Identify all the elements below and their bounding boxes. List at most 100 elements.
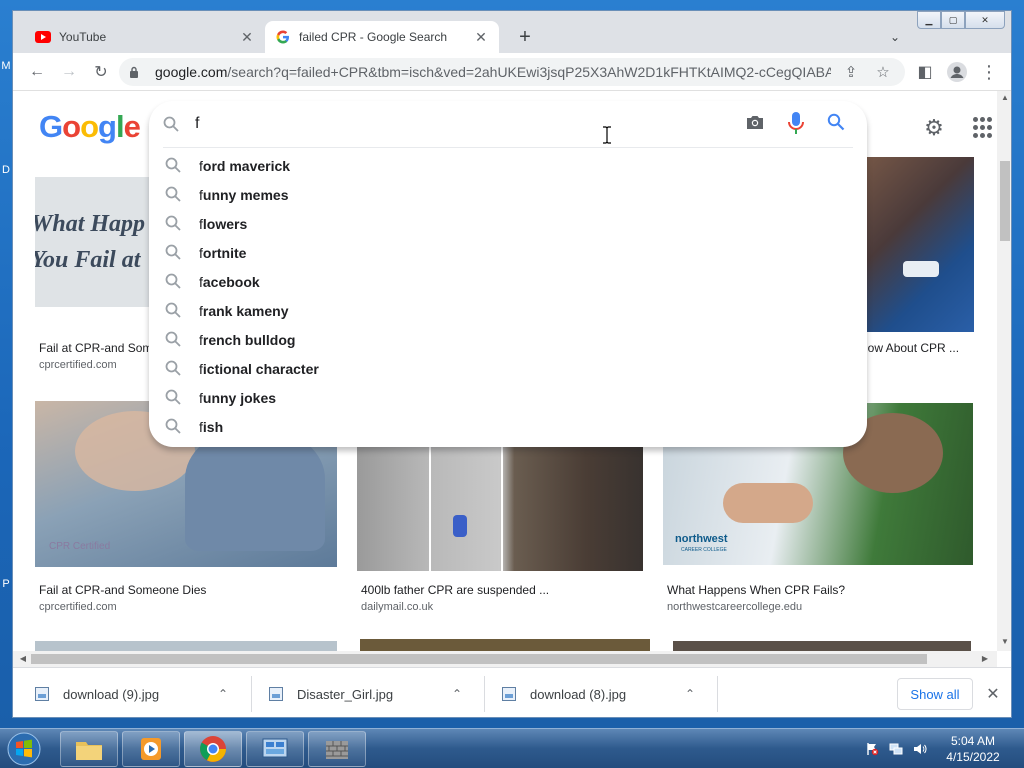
google-logo[interactable]: Google — [39, 109, 141, 145]
suggestion-completion: ish — [202, 418, 224, 435]
search-icon — [163, 116, 181, 134]
address-bar[interactable]: google.com/search?q=failed+CPR&tbm=isch&… — [119, 58, 905, 86]
tab-title: YouTube — [59, 30, 107, 44]
search-icon — [165, 418, 183, 436]
control-panel-icon[interactable] — [246, 731, 304, 767]
back-button[interactable]: ← — [25, 60, 49, 84]
suggestion-item[interactable]: f ord maverick — [149, 151, 867, 180]
search-icon — [165, 244, 183, 262]
suggestion-item[interactable]: f rench bulldog — [149, 325, 867, 354]
result-source[interactable]: cprcertified.com — [39, 359, 117, 371]
forward-button[interactable]: → — [57, 60, 81, 84]
scroll-right-arrow[interactable]: ▶ — [977, 654, 993, 663]
vertical-scrollbar[interactable]: ▲ ▼ — [997, 91, 1011, 651]
suggestion-item[interactable]: f lowers — [149, 209, 867, 238]
desktop-edge-letter: P — [2, 578, 10, 590]
media-player-icon[interactable] — [122, 731, 180, 767]
window-minimize-button[interactable]: ▁ — [917, 11, 941, 29]
horizontal-scrollbar[interactable]: ◀ ▶ — [13, 651, 997, 667]
download-filename: download (8).jpg — [530, 686, 627, 702]
download-item[interactable]: download (9).jpg ⌃ — [35, 676, 233, 712]
profile-avatar[interactable] — [945, 60, 969, 84]
scroll-down-arrow[interactable]: ▼ — [997, 637, 1011, 646]
result-thumbnail[interactable] — [360, 639, 650, 651]
search-icon — [165, 273, 183, 291]
action-center-flag-icon[interactable] — [864, 741, 880, 757]
suggestion-completion: lowers — [202, 215, 248, 232]
settings-gear-icon[interactable]: ⚙ — [921, 115, 947, 141]
tab-close-icon[interactable]: ✕ — [473, 29, 489, 45]
logo-letter: e — [123, 109, 141, 144]
vertical-scroll-thumb[interactable] — [1000, 161, 1010, 241]
text-cursor-icon — [602, 126, 612, 144]
result-thumbnail[interactable] — [673, 641, 971, 651]
result-title[interactable]: Fail at CPR-and Someone Dies — [39, 583, 206, 597]
tab-google-search[interactable]: failed CPR - Google Search ✕ — [265, 21, 499, 53]
thumbnail-brand-text: northwest — [675, 533, 728, 545]
result-title[interactable]: Fail at CPR-and Som — [39, 341, 152, 355]
image-file-icon — [502, 687, 516, 701]
suggestion-item[interactable]: f rank kameny — [149, 296, 867, 325]
thumbnail-brand-subtext: CAREER COLLEGE — [681, 547, 727, 553]
result-title[interactable]: 400lb father CPR are suspended ... — [361, 583, 549, 597]
clock-time: 5:04 AM — [950, 734, 996, 748]
search-submit-icon[interactable] — [827, 113, 851, 137]
result-thumbnail[interactable] — [35, 641, 337, 651]
camera-search-icon[interactable] — [745, 113, 769, 137]
suggestion-item[interactable]: f unny jokes — [149, 383, 867, 412]
window-maximize-button[interactable]: ▢ — [941, 11, 965, 29]
horizontal-scroll-thumb[interactable] — [31, 654, 927, 664]
start-button[interactable] — [4, 730, 44, 768]
result-title[interactable]: now About CPR ... — [861, 341, 959, 355]
volume-icon[interactable] — [912, 741, 928, 757]
result-thumbnail[interactable]: What Happ You Fail at — [35, 177, 157, 307]
image-file-icon — [35, 687, 49, 701]
result-thumbnail[interactable] — [853, 157, 974, 332]
side-panel-icon[interactable]: ◧ — [913, 60, 937, 84]
file-explorer-icon[interactable] — [60, 731, 118, 767]
chevron-up-icon[interactable]: ⌃ — [447, 687, 467, 701]
close-downloads-bar-icon[interactable]: ✕ — [983, 684, 1003, 704]
suggestion-completion: unny jokes — [202, 389, 277, 406]
microphone-icon[interactable] — [787, 111, 811, 137]
suggestion-completion: unny memes — [202, 186, 289, 203]
tab-search-chevron-icon[interactable]: ⌄ — [885, 27, 905, 47]
system-clock[interactable]: 5:04 AM 4/15/2022 — [930, 733, 1016, 765]
logo-letter: l — [115, 109, 125, 144]
browser-menu-icon[interactable]: ⋮ — [977, 60, 1001, 84]
result-source[interactable]: northwestcareercollege.edu — [667, 601, 802, 613]
suggestion-item[interactable]: f ortnite — [149, 238, 867, 267]
desktop-edge-letter: D — [2, 164, 10, 176]
firewall-icon[interactable] — [308, 731, 366, 767]
windows-taskbar: 5:04 AM 4/15/2022 — [0, 728, 1024, 768]
google-apps-icon[interactable] — [973, 117, 995, 139]
bookmark-star-icon[interactable]: ☆ — [871, 60, 895, 84]
result-thumbnail[interactable] — [357, 445, 643, 571]
result-source[interactable]: dailymail.co.uk — [361, 601, 433, 613]
tab-title: failed CPR - Google Search — [299, 30, 448, 44]
scroll-up-arrow[interactable]: ▲ — [997, 93, 1011, 102]
suggestion-item[interactable]: f ictional character — [149, 354, 867, 383]
chrome-icon[interactable] — [184, 731, 242, 767]
suggestion-item[interactable]: f acebook — [149, 267, 867, 296]
new-tab-button[interactable]: + — [513, 25, 537, 49]
download-item[interactable]: download (8).jpg ⌃ — [502, 676, 700, 712]
result-source[interactable]: cprcertified.com — [39, 601, 117, 613]
network-icon[interactable] — [888, 741, 904, 757]
window-close-button[interactable]: ✕ — [965, 11, 1005, 29]
tab-youtube[interactable]: YouTube ✕ — [25, 21, 265, 53]
suggestion-completion: rank kameny — [202, 302, 289, 319]
scroll-left-arrow[interactable]: ◀ — [15, 654, 31, 663]
search-input[interactable] — [195, 113, 735, 135]
result-title[interactable]: What Happens When CPR Fails? — [667, 583, 845, 597]
download-item[interactable]: Disaster_Girl.jpg ⌃ — [269, 676, 467, 712]
suggestion-completion: ord maverick — [202, 157, 291, 174]
suggestion-item[interactable]: f unny memes — [149, 180, 867, 209]
tab-close-icon[interactable]: ✕ — [239, 29, 255, 45]
suggestion-item[interactable]: f ish — [149, 412, 867, 441]
reload-button[interactable]: ↻ — [89, 60, 113, 84]
chevron-up-icon[interactable]: ⌃ — [680, 687, 700, 701]
share-icon[interactable]: ⇪ — [839, 60, 863, 84]
chevron-up-icon[interactable]: ⌃ — [213, 687, 233, 701]
show-all-downloads-button[interactable]: Show all — [897, 678, 973, 710]
